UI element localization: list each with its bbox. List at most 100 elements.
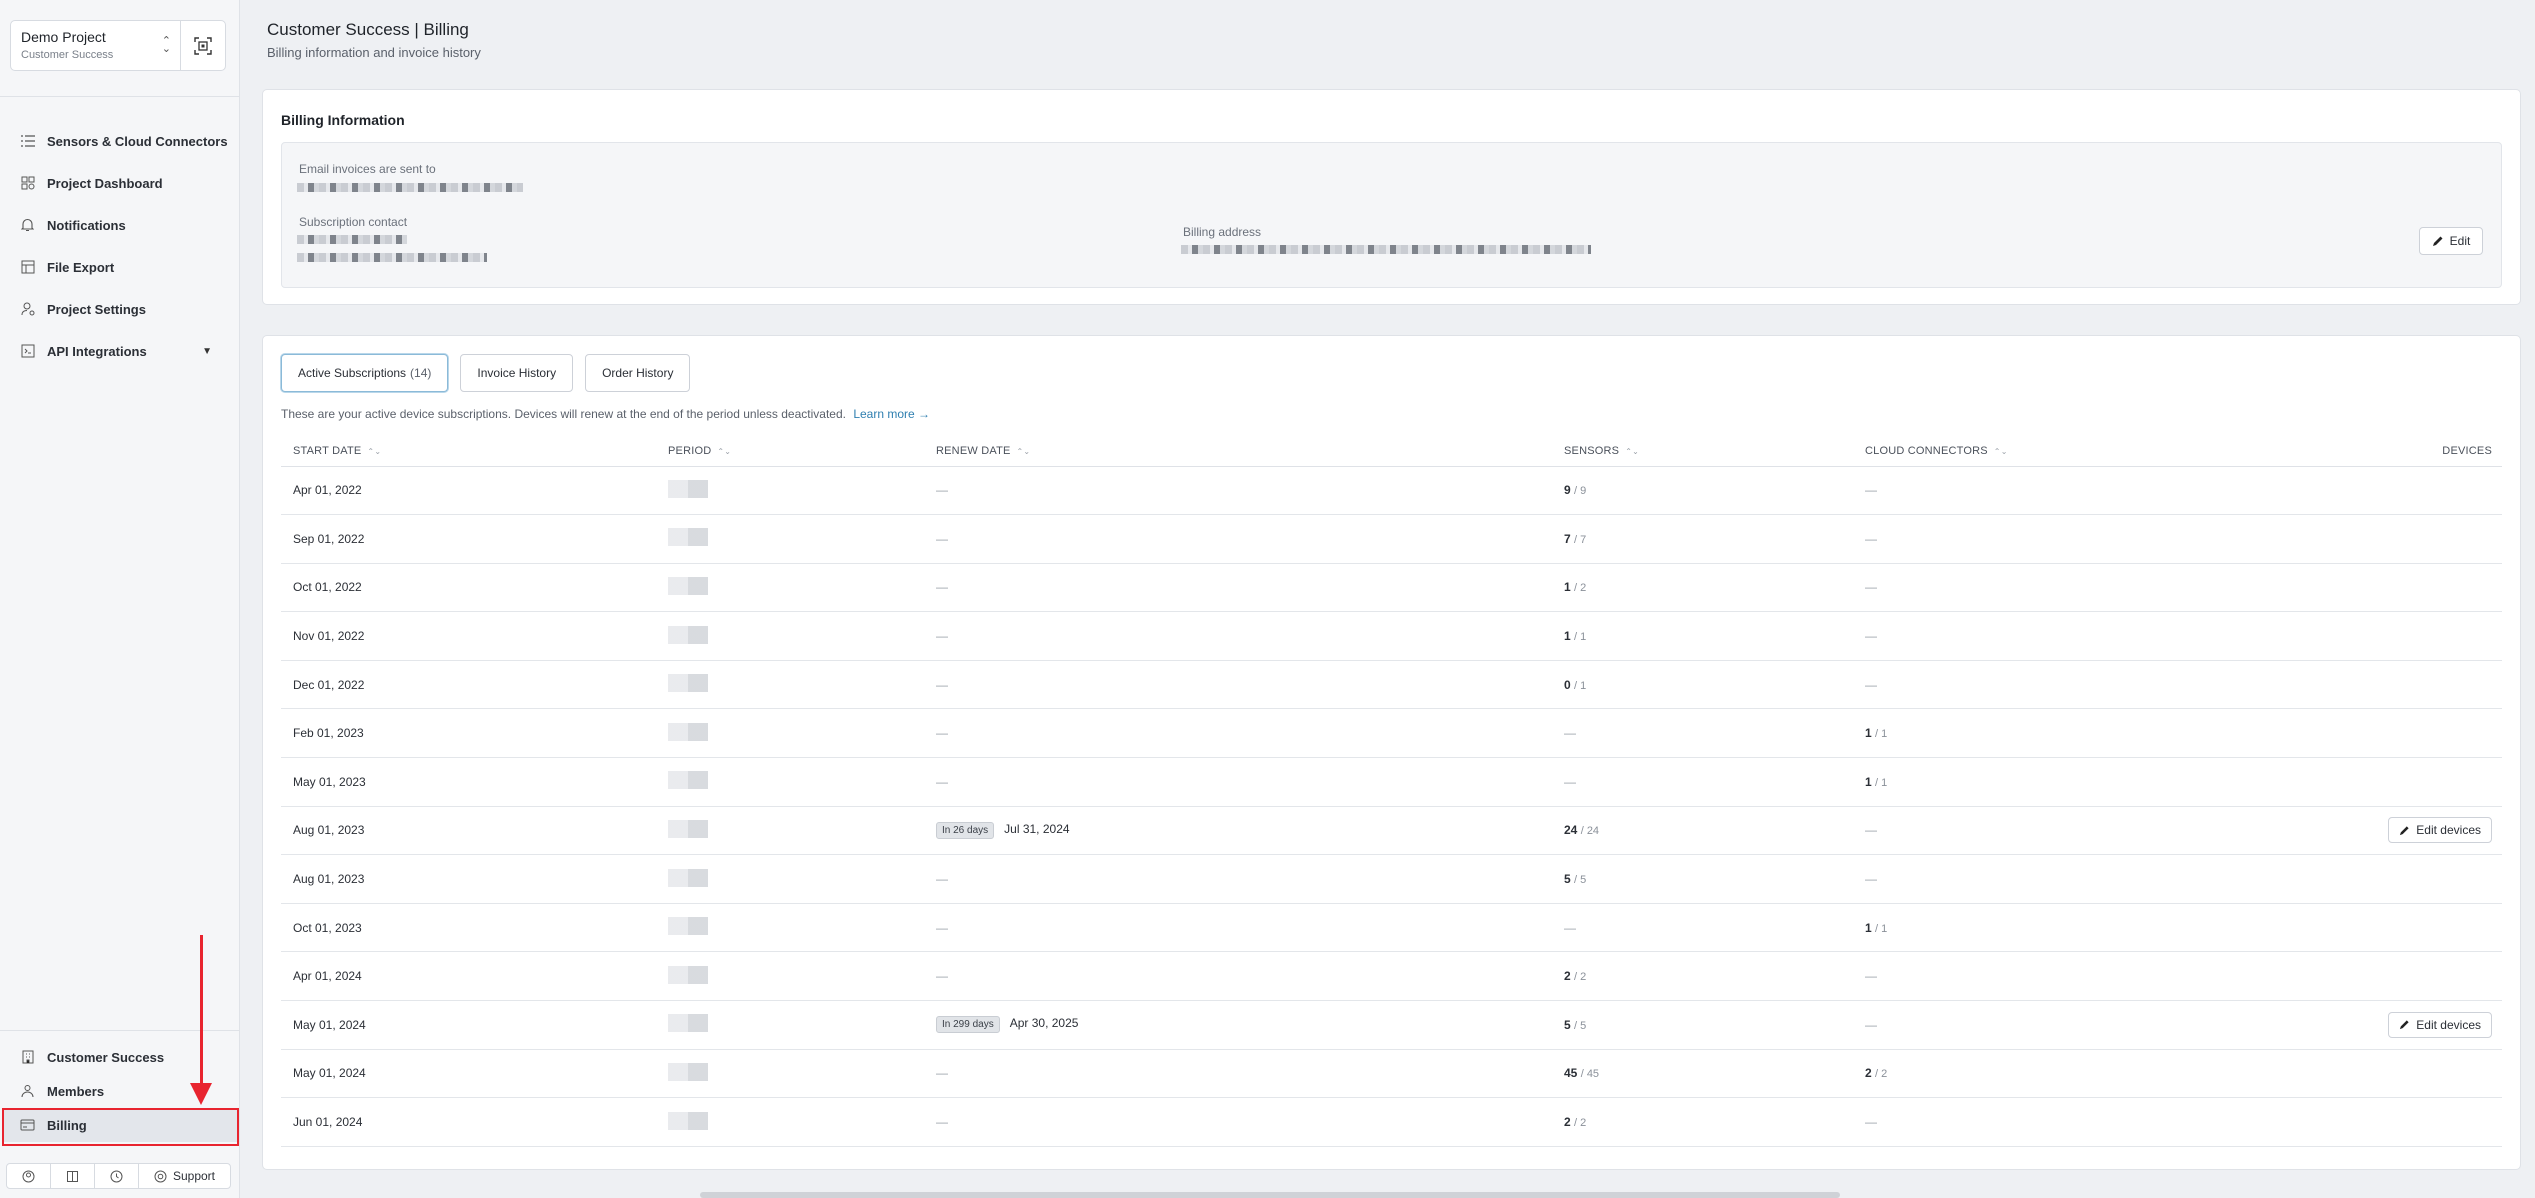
horizontal-scrollbar[interactable] — [700, 1192, 1840, 1198]
billing-details-panel: Email invoices are sent to Subscription … — [281, 142, 2502, 288]
project-subtitle: Customer Success — [21, 49, 114, 61]
cloud-connectors-cell: — — [1853, 611, 2273, 661]
table-row: Aug 01, 2023 In 26 days Jul 31, 2024 24 / 2… — [281, 806, 2502, 856]
edit-billing-button[interactable]: Edit — [2419, 227, 2483, 255]
sensors-used: 0 — [1564, 677, 1571, 692]
period-cell — [656, 903, 924, 953]
sidebar-item-label: API Integrations — [47, 343, 147, 359]
docs-button[interactable] — [51, 1164, 95, 1188]
tab-active-subscriptions[interactable]: Active Subscriptions (14) — [281, 354, 449, 392]
cloud-connectors-cell: — — [1853, 1000, 2273, 1050]
renew-date: Apr 30, 2025 — [1009, 1016, 1079, 1031]
annotation-arrow — [200, 935, 203, 1085]
sensors-used: 1 — [1564, 629, 1571, 644]
settings-icon — [20, 302, 35, 317]
sidebar-item-customer-success[interactable]: Customer Success — [0, 1040, 240, 1074]
sidebar-item-sensors[interactable]: Sensors & Cloud Connectors — [0, 120, 240, 162]
qr-scan-button[interactable] — [181, 21, 225, 70]
devices-cell — [2273, 1097, 2502, 1147]
sensors-total: — — [1564, 920, 1576, 935]
tab-invoice-history[interactable]: Invoice History — [460, 354, 574, 392]
period-cell — [656, 708, 924, 759]
sidebar: Demo Project Customer Success ⌃ ⌄ Sensors… — [0, 0, 240, 1198]
support-button[interactable]: Support — [139, 1164, 230, 1188]
table-row: Oct 01, 2023 — — 1 / 1 — [281, 903, 2502, 953]
table-row: Sep 01, 2022 — 7 / 7 — — [281, 514, 2502, 564]
sensors-used: 5 — [1564, 872, 1571, 887]
redacted-period — [668, 819, 708, 838]
renew-date: — — [936, 531, 948, 546]
connectors-used: 1 — [1865, 726, 1872, 741]
cloud-connectors-cell: — — [1853, 1097, 2273, 1147]
renew-badge: In 26 days — [936, 821, 995, 839]
renew-date: — — [936, 872, 948, 887]
sidebar-item-file-export[interactable]: File Export — [0, 246, 240, 288]
renew-date-cell: — — [924, 854, 1552, 904]
edit-devices-button[interactable]: Edit devices — [2388, 1011, 2492, 1038]
project-name: Demo Project — [21, 29, 106, 45]
redacted-period — [668, 771, 708, 790]
table-row: Apr 01, 2024 — 2 / 2 — — [281, 951, 2502, 1002]
renew-date-cell: — — [924, 611, 1552, 661]
cloud-connectors-cell: — — [1853, 514, 2273, 564]
sidebar-item-dashboard[interactable]: Project Dashboard — [0, 162, 240, 204]
period-cell — [656, 854, 924, 904]
address-label: Billing address — [1183, 225, 1262, 239]
connectors-used: 1 — [1865, 920, 1872, 935]
sort-icon: ⌃⌄ — [717, 446, 732, 456]
redacted-period — [668, 576, 708, 595]
tab-order-history[interactable]: Order History — [585, 354, 691, 392]
start-date-cell: Sep 01, 2022 — [281, 514, 656, 564]
connectors-total: / 2 — [1875, 1068, 1888, 1081]
edit-devices-button[interactable]: Edit devices — [2388, 817, 2492, 844]
column-label: RENEW DATE — [936, 444, 1011, 457]
sensors-total: / 24 — [1580, 825, 1600, 838]
sensors-total: — — [1564, 774, 1576, 789]
renew-date: — — [936, 580, 948, 595]
devices-cell — [2273, 757, 2502, 807]
history-button[interactable] — [95, 1164, 139, 1188]
sensors-total: / 5 — [1574, 874, 1587, 887]
sidebar-item-project-settings[interactable]: Project Settings — [0, 288, 240, 330]
start-date-cell: Aug 01, 2023 — [281, 806, 656, 856]
profile-button[interactable] — [7, 1164, 51, 1188]
bell-icon — [20, 218, 35, 233]
table-row: Apr 01, 2022 — 9 / 9 — — [281, 466, 2502, 516]
chevron-down-icon[interactable]: ▼ — [202, 346, 212, 357]
devices-cell — [2273, 1049, 2502, 1099]
cloud-connectors-cell: 1 / 1 — [1853, 903, 2273, 953]
renew-date: — — [936, 1066, 948, 1081]
devices-cell — [2273, 611, 2502, 661]
col-cloud-connectors[interactable]: CLOUD CONNECTORS ⌃⌄ — [1853, 436, 2273, 467]
col-sensors[interactable]: SENSORS ⌃⌄ — [1552, 436, 1853, 467]
renew-date-cell: In 299 days Apr 30, 2025 — [924, 1000, 1552, 1050]
cloud-connectors-cell: 2 / 2 — [1853, 1049, 2273, 1099]
start-date-cell: Nov 01, 2022 — [281, 611, 656, 661]
sensors-cell: 24 / 24 — [1552, 806, 1853, 856]
email-label: Email invoices are sent to — [299, 162, 436, 176]
sidebar-item-api-integrations[interactable]: API Integrations ▼ — [0, 330, 240, 372]
start-date-cell: Feb 01, 2023 — [281, 708, 656, 759]
renew-date-cell: — — [924, 466, 1552, 516]
learn-more-link[interactable]: Learn more → — [853, 407, 930, 421]
renew-date-cell: — — [924, 757, 1552, 807]
redacted-period — [668, 1014, 708, 1033]
sidebar-item-notifications[interactable]: Notifications — [0, 204, 240, 246]
table-row: Jun 01, 2024 — 2 / 2 — — [281, 1097, 2502, 1147]
cloud-connectors-cell: — — [1853, 806, 2273, 856]
col-start-date[interactable]: START DATE ⌃⌄ — [281, 436, 656, 467]
project-selector[interactable]: Demo Project Customer Success ⌃ ⌄ — [11, 21, 181, 70]
cloud-connectors-cell: — — [1853, 854, 2273, 904]
sidebar-item-label: Sensors & Cloud Connectors — [47, 133, 228, 149]
billing-information-title: Billing Information — [281, 112, 405, 128]
col-renew-date[interactable]: RENEW DATE ⌃⌄ — [924, 436, 1552, 467]
renew-date-cell: — — [924, 514, 1552, 564]
redacted-contact-email — [297, 253, 487, 262]
col-period[interactable]: PERIOD ⌃⌄ — [656, 436, 924, 467]
members-icon — [20, 1084, 35, 1099]
connectors-used: 1 — [1865, 774, 1872, 789]
table-row: May 01, 2024 In 299 days Apr 30, 2025 5 / 5… — [281, 1000, 2502, 1050]
period-cell — [656, 757, 924, 807]
divider — [0, 96, 240, 97]
table-row: Oct 01, 2022 — 1 / 2 — — [281, 563, 2502, 613]
